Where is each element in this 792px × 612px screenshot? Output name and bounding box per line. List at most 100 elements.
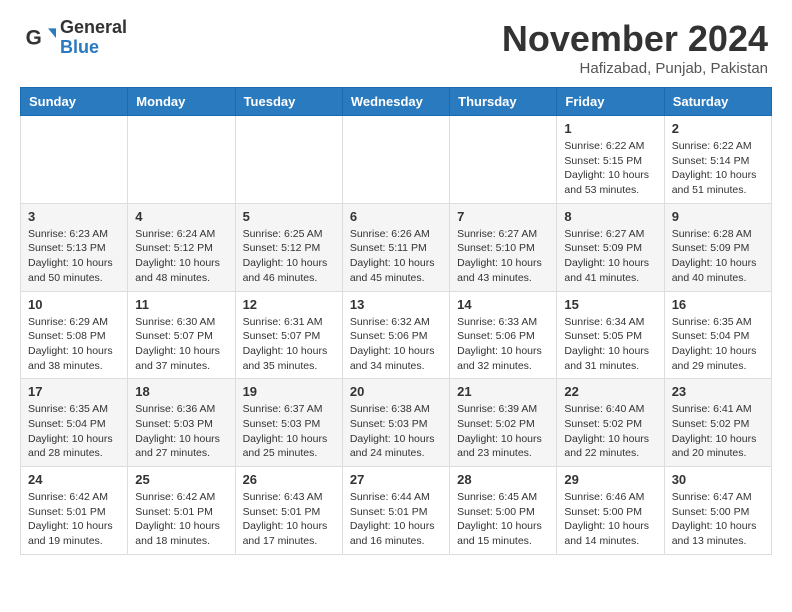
calendar-cell: 28 Sunrise: 6:45 AM Sunset: 5:00 PM Dayli… xyxy=(450,467,557,555)
day-number: 3 xyxy=(28,209,120,224)
calendar-cell: 29 Sunrise: 6:46 AM Sunset: 5:00 PM Dayli… xyxy=(557,467,664,555)
calendar-cell: 4 Sunrise: 6:24 AM Sunset: 5:12 PM Daylig… xyxy=(128,203,235,291)
calendar-week-1: 1 Sunrise: 6:22 AM Sunset: 5:15 PM Daylig… xyxy=(21,116,772,204)
calendar-cell: 3 Sunrise: 6:23 AM Sunset: 5:13 PM Daylig… xyxy=(21,203,128,291)
logo-blue: Blue xyxy=(60,38,127,58)
title-block: November 2024 Hafizabad, Punjab, Pakista… xyxy=(502,18,768,77)
day-number: 29 xyxy=(564,472,656,487)
day-number: 26 xyxy=(243,472,335,487)
day-info: Sunrise: 6:40 AM Sunset: 5:02 PM Dayligh… xyxy=(564,402,656,461)
calendar-cell: 30Sunrise: 6:47 AM Sunset: 5:00 PM Dayli… xyxy=(664,467,771,555)
calendar-cell: 19 Sunrise: 6:37 AM Sunset: 5:03 PM Dayli… xyxy=(235,379,342,467)
calendar-table: SundayMondayTuesdayWednesdayThursdayFrid… xyxy=(20,87,772,555)
calendar-cell: 27 Sunrise: 6:44 AM Sunset: 5:01 PM Dayli… xyxy=(342,467,449,555)
day-info: Sunrise: 6:42 AM Sunset: 5:01 PM Dayligh… xyxy=(135,490,227,549)
location: Hafizabad, Punjab, Pakistan xyxy=(502,60,768,77)
calendar-cell xyxy=(342,116,449,204)
day-number: 12 xyxy=(243,297,335,312)
calendar-cell xyxy=(450,116,557,204)
day-number: 16 xyxy=(672,297,764,312)
calendar-cell: 9Sunrise: 6:28 AM Sunset: 5:09 PM Daylig… xyxy=(664,203,771,291)
calendar-body: 1 Sunrise: 6:22 AM Sunset: 5:15 PM Daylig… xyxy=(21,116,772,555)
day-info: Sunrise: 6:46 AM Sunset: 5:00 PM Dayligh… xyxy=(564,490,656,549)
calendar-cell: 15 Sunrise: 6:34 AM Sunset: 5:05 PM Dayli… xyxy=(557,291,664,379)
weekday-header-tuesday: Tuesday xyxy=(235,88,342,116)
day-info: Sunrise: 6:24 AM Sunset: 5:12 PM Dayligh… xyxy=(135,227,227,286)
calendar-cell: 10Sunrise: 6:29 AM Sunset: 5:08 PM Dayli… xyxy=(21,291,128,379)
day-number: 2 xyxy=(672,121,764,136)
day-info: Sunrise: 6:27 AM Sunset: 5:10 PM Dayligh… xyxy=(457,227,549,286)
day-number: 4 xyxy=(135,209,227,224)
calendar-cell: 23 Sunrise: 6:41 AM Sunset: 5:02 PM Dayli… xyxy=(664,379,771,467)
day-number: 6 xyxy=(350,209,442,224)
day-number: 17 xyxy=(28,384,120,399)
calendar-cell: 6Sunrise: 6:26 AM Sunset: 5:11 PM Daylig… xyxy=(342,203,449,291)
day-info: Sunrise: 6:32 AM Sunset: 5:06 PM Dayligh… xyxy=(350,315,442,374)
day-info: Sunrise: 6:36 AM Sunset: 5:03 PM Dayligh… xyxy=(135,402,227,461)
calendar-week-2: 3 Sunrise: 6:23 AM Sunset: 5:13 PM Daylig… xyxy=(21,203,772,291)
day-number: 27 xyxy=(350,472,442,487)
day-info: Sunrise: 6:25 AM Sunset: 5:12 PM Dayligh… xyxy=(243,227,335,286)
calendar-cell: 11Sunrise: 6:30 AM Sunset: 5:07 PM Dayli… xyxy=(128,291,235,379)
day-info: Sunrise: 6:33 AM Sunset: 5:06 PM Dayligh… xyxy=(457,315,549,374)
calendar-cell: 18 Sunrise: 6:36 AM Sunset: 5:03 PM Dayli… xyxy=(128,379,235,467)
calendar-cell: 25 Sunrise: 6:42 AM Sunset: 5:01 PM Dayli… xyxy=(128,467,235,555)
day-info: Sunrise: 6:28 AM Sunset: 5:09 PM Dayligh… xyxy=(672,227,764,286)
day-info: Sunrise: 6:23 AM Sunset: 5:13 PM Dayligh… xyxy=(28,227,120,286)
weekday-header-sunday: Sunday xyxy=(21,88,128,116)
weekday-header-thursday: Thursday xyxy=(450,88,557,116)
day-number: 23 xyxy=(672,384,764,399)
page-header: G General Blue November 2024 Hafizabad, … xyxy=(0,0,792,87)
day-number: 20 xyxy=(350,384,442,399)
day-info: Sunrise: 6:22 AM Sunset: 5:15 PM Dayligh… xyxy=(564,139,656,198)
day-number: 13 xyxy=(350,297,442,312)
weekday-header-row: SundayMondayTuesdayWednesdayThursdayFrid… xyxy=(21,88,772,116)
day-number: 10 xyxy=(28,297,120,312)
calendar-cell xyxy=(235,116,342,204)
day-info: Sunrise: 6:34 AM Sunset: 5:05 PM Dayligh… xyxy=(564,315,656,374)
logo-icon: G xyxy=(24,22,56,54)
day-number: 1 xyxy=(564,121,656,136)
day-number: 25 xyxy=(135,472,227,487)
calendar-cell: 26 Sunrise: 6:43 AM Sunset: 5:01 PM Dayli… xyxy=(235,467,342,555)
day-number: 19 xyxy=(243,384,335,399)
calendar-header: SundayMondayTuesdayWednesdayThursdayFrid… xyxy=(21,88,772,116)
logo: G General Blue xyxy=(24,18,127,58)
calendar-cell: 12Sunrise: 6:31 AM Sunset: 5:07 PM Dayli… xyxy=(235,291,342,379)
calendar-cell xyxy=(21,116,128,204)
day-number: 24 xyxy=(28,472,120,487)
day-number: 7 xyxy=(457,209,549,224)
calendar-cell: 8Sunrise: 6:27 AM Sunset: 5:09 PM Daylig… xyxy=(557,203,664,291)
day-number: 21 xyxy=(457,384,549,399)
calendar-cell: 14 Sunrise: 6:33 AM Sunset: 5:06 PM Dayli… xyxy=(450,291,557,379)
weekday-header-friday: Friday xyxy=(557,88,664,116)
day-number: 15 xyxy=(564,297,656,312)
calendar-cell: 13 Sunrise: 6:32 AM Sunset: 5:06 PM Dayli… xyxy=(342,291,449,379)
calendar-wrapper: SundayMondayTuesdayWednesdayThursdayFrid… xyxy=(0,87,792,565)
day-info: Sunrise: 6:37 AM Sunset: 5:03 PM Dayligh… xyxy=(243,402,335,461)
calendar-cell: 20Sunrise: 6:38 AM Sunset: 5:03 PM Dayli… xyxy=(342,379,449,467)
calendar-cell: 21 Sunrise: 6:39 AM Sunset: 5:02 PM Dayli… xyxy=(450,379,557,467)
calendar-cell xyxy=(128,116,235,204)
logo-text: General Blue xyxy=(60,18,127,58)
day-number: 14 xyxy=(457,297,549,312)
calendar-cell: 5Sunrise: 6:25 AM Sunset: 5:12 PM Daylig… xyxy=(235,203,342,291)
day-info: Sunrise: 6:39 AM Sunset: 5:02 PM Dayligh… xyxy=(457,402,549,461)
calendar-cell: 2 Sunrise: 6:22 AM Sunset: 5:14 PM Daylig… xyxy=(664,116,771,204)
day-info: Sunrise: 6:35 AM Sunset: 5:04 PM Dayligh… xyxy=(672,315,764,374)
calendar-cell: 24 Sunrise: 6:42 AM Sunset: 5:01 PM Dayli… xyxy=(21,467,128,555)
day-info: Sunrise: 6:22 AM Sunset: 5:14 PM Dayligh… xyxy=(672,139,764,198)
day-info: Sunrise: 6:44 AM Sunset: 5:01 PM Dayligh… xyxy=(350,490,442,549)
day-number: 28 xyxy=(457,472,549,487)
day-info: Sunrise: 6:27 AM Sunset: 5:09 PM Dayligh… xyxy=(564,227,656,286)
weekday-header-monday: Monday xyxy=(128,88,235,116)
day-info: Sunrise: 6:42 AM Sunset: 5:01 PM Dayligh… xyxy=(28,490,120,549)
day-info: Sunrise: 6:41 AM Sunset: 5:02 PM Dayligh… xyxy=(672,402,764,461)
day-info: Sunrise: 6:43 AM Sunset: 5:01 PM Dayligh… xyxy=(243,490,335,549)
logo-general: General xyxy=(60,18,127,38)
day-info: Sunrise: 6:35 AM Sunset: 5:04 PM Dayligh… xyxy=(28,402,120,461)
weekday-header-saturday: Saturday xyxy=(664,88,771,116)
day-info: Sunrise: 6:45 AM Sunset: 5:00 PM Dayligh… xyxy=(457,490,549,549)
day-number: 18 xyxy=(135,384,227,399)
day-info: Sunrise: 6:30 AM Sunset: 5:07 PM Dayligh… xyxy=(135,315,227,374)
